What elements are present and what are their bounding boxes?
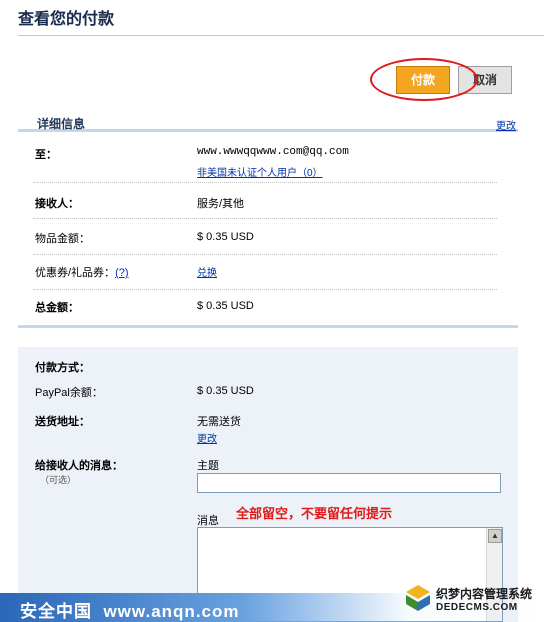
message-body-label: 消息 bbox=[197, 515, 219, 527]
to-label: 至： bbox=[35, 149, 57, 161]
recipient-email: www.wwwqqwww.com@qq.com bbox=[197, 146, 349, 158]
total-value: $ 0.35 USD bbox=[197, 300, 254, 312]
pay-button[interactable]: 付款 bbox=[396, 66, 450, 94]
optional-note: （可选） bbox=[40, 475, 77, 485]
account-status-link[interactable]: 非美国未认证个人用户（0） bbox=[197, 164, 323, 179]
shipping-change-link[interactable]: 更改 bbox=[197, 430, 217, 445]
details-change-link[interactable]: 更改 bbox=[496, 117, 516, 132]
payment-method-label: 付款方式： bbox=[35, 362, 90, 374]
subject-label: 主题 bbox=[197, 460, 219, 472]
details-section-title: 详细信息 bbox=[37, 117, 86, 131]
title-divider bbox=[18, 35, 544, 36]
scroll-up-icon[interactable]: ▲ bbox=[488, 529, 502, 543]
subject-input[interactable] bbox=[197, 473, 501, 493]
watermark-cms-domain: DEDECMS.COM bbox=[436, 602, 518, 613]
total-label: 总金额： bbox=[35, 302, 79, 314]
balance-value: $ 0.35 USD bbox=[197, 385, 254, 397]
details-section-header: 详细信息 更改 bbox=[18, 113, 518, 132]
page-title: 查看您的付款 bbox=[18, 11, 115, 28]
item-amount-value: $ 0.35 USD bbox=[197, 231, 254, 243]
recipient-label: 接收人： bbox=[35, 198, 79, 210]
row-divider bbox=[33, 289, 497, 290]
message-label: 给接收人的消息： bbox=[35, 460, 123, 472]
red-annotation: 全部留空，不要留任何提示 bbox=[236, 506, 393, 521]
row-divider bbox=[33, 182, 497, 183]
item-amount-label: 物品金额： bbox=[35, 233, 90, 245]
balance-label: PayPal余额： bbox=[35, 387, 103, 399]
coupon-label-wrap: 优惠券/礼品券：(?) bbox=[35, 264, 129, 280]
watermark-site-text: 安全中国 www.anqn.com bbox=[20, 602, 240, 621]
shipping-value: 无需送货 bbox=[197, 416, 241, 428]
coupon-label: 优惠券/礼品券： bbox=[35, 267, 116, 279]
dedecms-logo-icon bbox=[406, 585, 430, 611]
watermark-cms-name: 织梦内容管理系统 bbox=[436, 587, 533, 601]
cancel-button[interactable]: 取消 bbox=[458, 66, 512, 94]
row-divider bbox=[33, 254, 497, 255]
shipping-label: 送货地址： bbox=[35, 416, 90, 428]
section-divider bbox=[18, 325, 518, 328]
recipient-value: 服务/其他 bbox=[197, 198, 245, 210]
row-divider bbox=[33, 218, 497, 219]
redeem-link[interactable]: 兑换 bbox=[197, 264, 217, 279]
coupon-help-link[interactable]: (?) bbox=[115, 267, 128, 279]
